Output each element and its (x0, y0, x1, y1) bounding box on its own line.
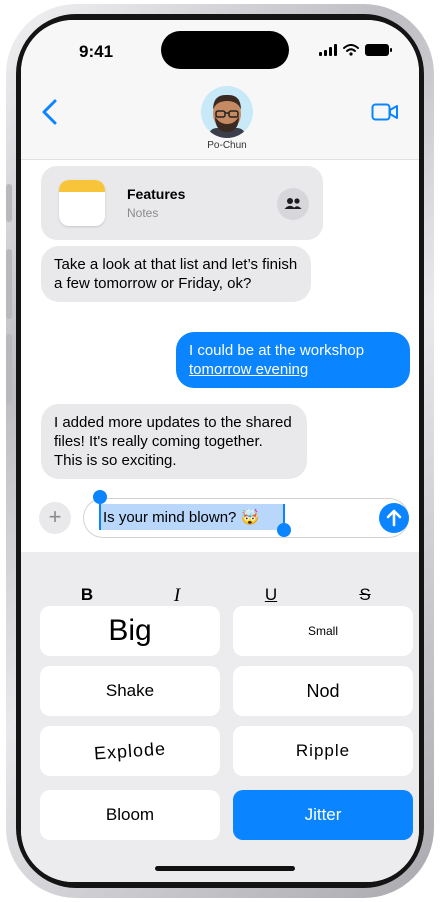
selection-start-handle[interactable] (93, 490, 107, 504)
arrow-up-icon (386, 509, 402, 527)
message-received[interactable]: I added more updates to the shared files… (41, 404, 307, 479)
status-icons (319, 44, 392, 56)
collaboration-button[interactable] (277, 188, 309, 220)
date-link[interactable]: tomorrow evening (189, 360, 397, 379)
action-button (6, 184, 12, 222)
effect-label: Nod (306, 681, 340, 701)
message-text: I added more updates to the shared files… (54, 414, 292, 469)
contact-name[interactable]: Po-Chun (21, 140, 419, 151)
effect-shake-button[interactable]: Shake (40, 666, 220, 716)
people-icon (284, 198, 302, 209)
effect-big-button[interactable]: Big (40, 606, 220, 656)
effect-jitter-button[interactable]: Jitter (233, 790, 413, 840)
effect-ripple-button[interactable]: Ripple (233, 726, 413, 776)
notes-share-card[interactable]: Features Notes (41, 166, 323, 240)
wifi-icon (343, 44, 359, 56)
message-received[interactable]: Take a look at that list and let’s finis… (41, 246, 311, 302)
notes-card-subtitle: Notes (127, 206, 159, 220)
effect-label: Ripple (295, 741, 351, 760)
effect-bloom-button[interactable]: Bloom (40, 790, 220, 840)
send-button[interactable] (379, 503, 409, 533)
message-text: Take a look at that list and let’s finis… (54, 256, 298, 292)
effect-label: Big (108, 614, 152, 647)
screen: Po-Chun 9:41 Features Notes Take a look … (21, 20, 419, 882)
effect-small-button[interactable]: Small (233, 606, 413, 656)
notes-app-icon (59, 180, 105, 226)
effect-explode-button[interactable]: Explode (40, 726, 220, 776)
selection-end-handle[interactable] (277, 523, 291, 537)
plus-icon[interactable]: + (39, 502, 71, 534)
effect-label: Small (307, 624, 338, 638)
avatar[interactable] (201, 86, 253, 138)
message-text: I could be at the workshop (189, 342, 365, 359)
volume-down-button (6, 334, 12, 404)
notes-card-title: Features (127, 186, 186, 202)
effect-label: Jitter (304, 805, 342, 824)
status-time: 9:41 (79, 42, 114, 61)
effect-label: Shake (105, 681, 155, 700)
dynamic-island (161, 31, 289, 69)
home-indicator[interactable] (155, 866, 295, 871)
message-sent[interactable]: I could be at the workshop tomorrow even… (176, 332, 410, 388)
effect-label: Explode (93, 738, 167, 764)
effect-nod-button[interactable]: Nod (233, 666, 413, 716)
volume-up-button (6, 249, 12, 319)
effect-label: Bloom (105, 805, 155, 824)
video-camera-icon[interactable] (371, 102, 399, 122)
message-input-text[interactable]: Is your mind blown? 🤯 (103, 508, 259, 526)
signal-icon (319, 44, 337, 56)
memoji-icon (209, 94, 245, 138)
chevron-left-icon[interactable] (39, 98, 61, 126)
battery-icon (365, 44, 392, 56)
